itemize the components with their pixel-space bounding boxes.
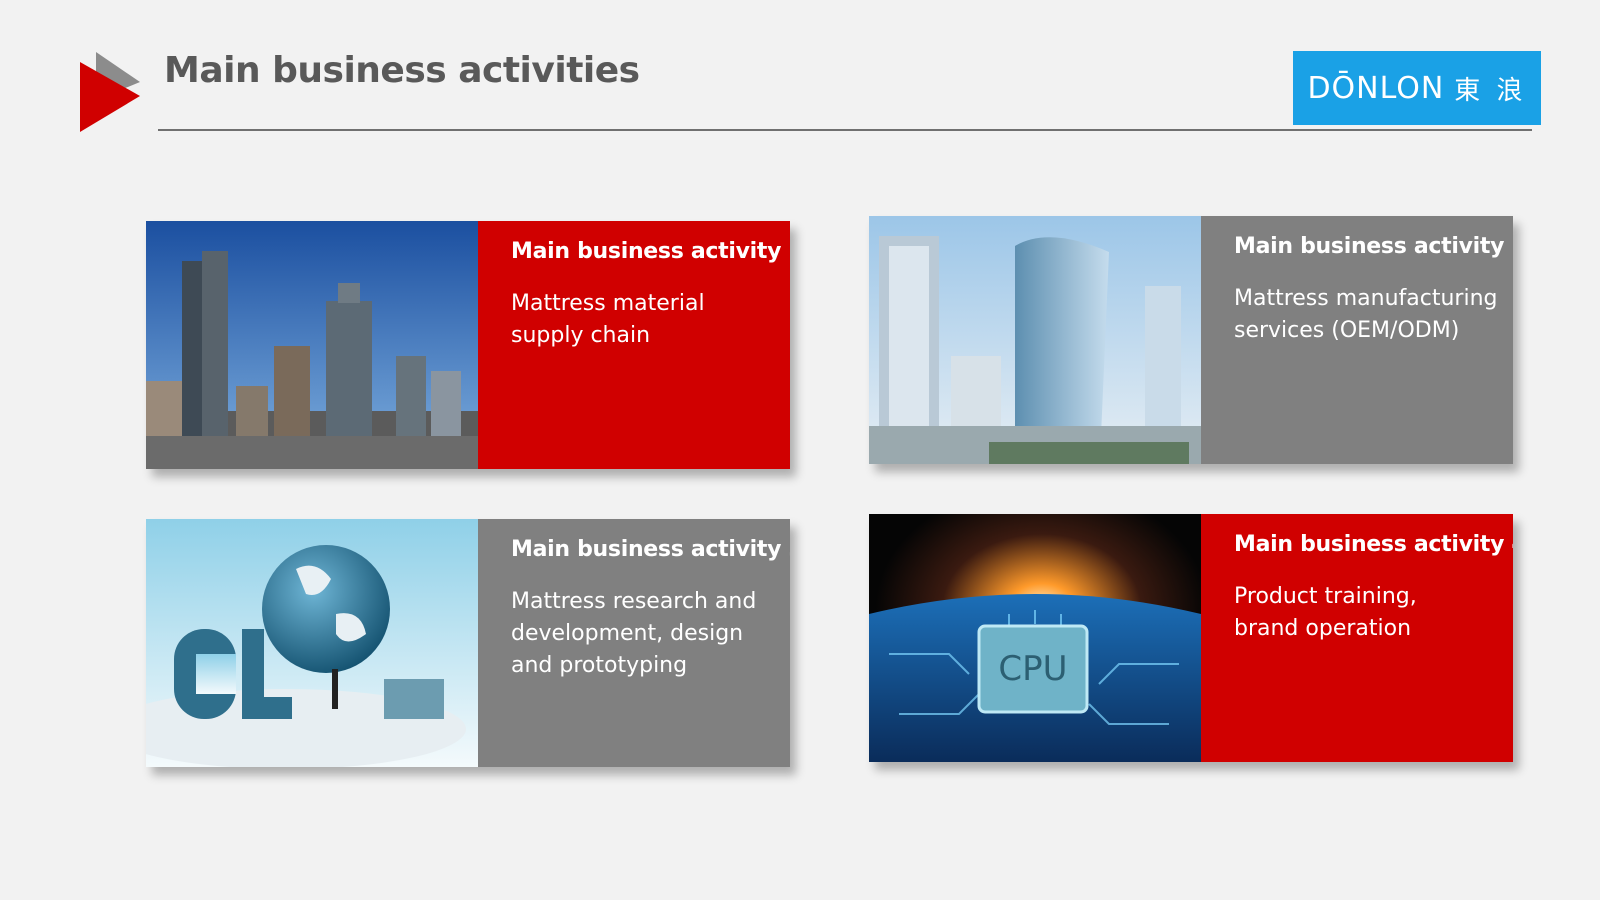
cpu-chip-label: CPU <box>998 649 1067 689</box>
brand-name-cn: 東 浪 <box>1454 75 1527 106</box>
cpu-chip-photo: CPU <box>869 514 1201 762</box>
business-activity-card-1: Main business activity 1 Mattress materi… <box>146 221 790 469</box>
global-globe-photo <box>146 519 478 767</box>
card-description: Mattress research and development, desig… <box>511 589 757 678</box>
card-title: Main business activity 1 <box>511 239 790 264</box>
card-text-panel: Main business activity 4 Product trainin… <box>1201 514 1513 762</box>
business-activity-card-3: Main business activity 3 Mattress resear… <box>146 519 790 767</box>
business-activity-card-2: Main business activity 2 Mattress manufa… <box>869 216 1513 464</box>
brand-logo: DŌNLON 東 浪 <box>1293 51 1541 125</box>
card-text-panel: Main business activity 1 Mattress materi… <box>478 221 790 469</box>
glass-tower-photo <box>869 216 1201 464</box>
card-description: Mattress material supply chain <box>511 291 705 348</box>
card-description: Product training, brand operation <box>1234 584 1417 641</box>
card-title: Main business activity 2 <box>1234 234 1513 259</box>
card-description: Mattress manufacturing services (OEM/ODM… <box>1234 286 1498 343</box>
card-title: Main business activity 4 <box>1234 532 1513 557</box>
brand-name-en: DŌNLON <box>1307 70 1445 106</box>
play-arrow-logo-icon <box>80 52 140 132</box>
card-text-panel: Main business activity 2 Mattress manufa… <box>1201 216 1513 464</box>
city-skyline-photo <box>146 221 478 469</box>
card-text-panel: Main business activity 3 Mattress resear… <box>478 519 790 767</box>
page-title: Main business activities <box>164 50 640 91</box>
card-title: Main business activity 3 <box>511 537 790 562</box>
title-divider <box>158 129 1532 131</box>
business-activity-card-4: CPU Main business activity 4 Product tra… <box>869 514 1513 762</box>
